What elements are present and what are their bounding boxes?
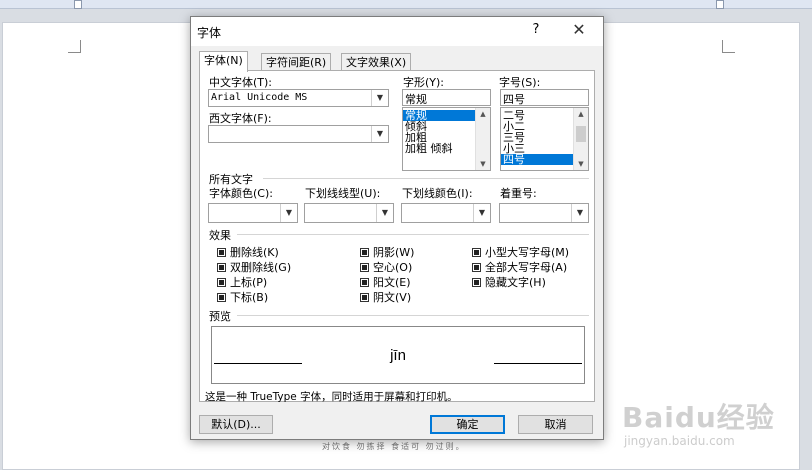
checkbox-icon[interactable] (360, 278, 369, 287)
font-style-input[interactable]: 常规 (402, 89, 491, 106)
emphasis-mark-combo[interactable]: ▼ (499, 203, 589, 223)
checkbox-label: 全部大写字母(A) (485, 261, 568, 274)
checkbox-shadow[interactable]: 阴影(W) (360, 244, 414, 260)
font-style-list[interactable]: 常规 倾斜 加粗 加粗 倾斜 ▲ ▼ (402, 107, 491, 171)
font-size-label: 字号(S): (499, 76, 541, 89)
chevron-down-icon[interactable]: ▼ (280, 204, 297, 222)
emphasis-mark-label: 着重号: (500, 187, 537, 200)
underline-color-label: 下划线颜色(I): (402, 187, 473, 200)
underline-color-combo[interactable]: ▼ (401, 203, 491, 223)
checkbox-label: 双删除线(G) (230, 261, 292, 274)
checkbox-label: 空心(O) (373, 261, 413, 274)
underline-type-combo[interactable]: ▼ (304, 203, 394, 223)
checkbox-all-caps[interactable]: 全部大写字母(A) (472, 259, 567, 275)
chevron-down-icon[interactable]: ▼ (473, 204, 490, 222)
preview-sample-text: jīn (390, 347, 406, 364)
checkbox-label: 阳文(E) (373, 276, 411, 289)
preview-box: jīn (211, 326, 585, 384)
font-description: 这是一种 TrueType 字体，同时适用于屏幕和打印机。 (205, 391, 458, 403)
checkbox-label: 阴影(W) (373, 246, 415, 259)
checkbox-superscript[interactable]: 上标(P) (217, 274, 267, 290)
checkbox-icon[interactable] (217, 278, 226, 287)
checkbox-icon[interactable] (217, 248, 226, 257)
watermark-url: jingyan.baidu.com (624, 434, 735, 448)
margin-corner-top-right (722, 40, 735, 53)
font-dialog: 字体 ? ✕ 字体(N) 字符间距(R) 文字效果(X) 中文字体(T): Ar… (190, 16, 604, 440)
tab-text-effects[interactable]: 文字效果(X) (341, 53, 412, 71)
dialog-titlebar[interactable]: 字体 ? ✕ (191, 17, 603, 46)
font-size-input[interactable]: 四号 (500, 89, 589, 106)
checkbox-label: 删除线(K) (230, 246, 279, 259)
set-default-button[interactable]: 默认(D)... (199, 415, 273, 434)
scroll-down-icon[interactable]: ▼ (574, 158, 588, 170)
watermark: Baidu经验 jingyan.baidu.com (610, 392, 810, 462)
checkbox-icon[interactable] (360, 263, 369, 272)
checkbox-icon[interactable] (472, 263, 481, 272)
left-indent-marker[interactable] (74, 0, 82, 9)
margin-corner-top-left (68, 40, 81, 53)
section-divider (237, 234, 589, 235)
ok-button[interactable]: 确定 (430, 415, 505, 434)
checkbox-icon[interactable] (217, 263, 226, 272)
dialog-title: 字体 (197, 26, 222, 40)
checkbox-hidden[interactable]: 隐藏文字(H) (472, 274, 546, 290)
tab-character-spacing[interactable]: 字符间距(R) (261, 53, 332, 71)
chinese-font-label: 中文字体(T): (209, 76, 273, 89)
chinese-font-combo[interactable]: Arial Unicode MS ▼ (208, 89, 389, 107)
watermark-logo: Baidu经验 (622, 401, 775, 434)
checkbox-icon[interactable] (360, 293, 369, 302)
document-text: 对饮食 勿拣择 食适可 勿过则。 (322, 442, 466, 451)
scroll-down-icon[interactable]: ▼ (476, 158, 490, 170)
checkbox-icon[interactable] (360, 248, 369, 257)
font-style-label: 字形(Y): (403, 76, 445, 89)
right-indent-marker[interactable] (716, 0, 724, 9)
scrollbar-thumb[interactable] (576, 126, 586, 142)
tab-font[interactable]: 字体(N) (199, 51, 248, 72)
font-style-value: 常规 (405, 93, 427, 106)
checkbox-label: 小型大写字母(M) (485, 246, 570, 259)
western-font-label: 西文字体(F): (209, 112, 272, 125)
help-button[interactable]: ? (529, 22, 543, 38)
checkbox-outline[interactable]: 空心(O) (360, 259, 412, 275)
checkbox-label: 上标(P) (230, 276, 268, 289)
vertical-scrollbar[interactable]: ▲ ▼ (475, 108, 490, 170)
font-color-combo[interactable]: ▼ (208, 203, 298, 223)
scroll-up-icon[interactable]: ▲ (476, 108, 490, 120)
horizontal-ruler (0, 0, 812, 9)
underline-type-label: 下划线线型(U): (305, 187, 381, 200)
effects-section-label: 效果 (209, 229, 231, 242)
checkbox-icon[interactable] (217, 293, 226, 302)
chevron-down-icon[interactable]: ▼ (571, 204, 588, 222)
preview-section-label: 预览 (209, 310, 231, 323)
western-font-combo[interactable]: ▼ (208, 125, 389, 143)
checkbox-icon[interactable] (472, 248, 481, 257)
chevron-down-icon[interactable]: ▼ (371, 126, 388, 142)
checkbox-label: 下标(B) (230, 291, 269, 304)
checkbox-double-strikethrough[interactable]: 双删除线(G) (217, 259, 291, 275)
vertical-scrollbar[interactable]: ▲ ▼ (573, 108, 588, 170)
checkbox-small-caps[interactable]: 小型大写字母(M) (472, 244, 569, 260)
section-divider (237, 315, 589, 316)
checkbox-subscript[interactable]: 下标(B) (217, 289, 268, 305)
section-divider (263, 178, 589, 179)
chevron-down-icon[interactable]: ▼ (371, 90, 388, 106)
scroll-up-icon[interactable]: ▲ (574, 108, 588, 120)
chevron-down-icon[interactable]: ▼ (376, 204, 393, 222)
font-color-label: 字体颜色(C): (209, 187, 273, 200)
checkbox-icon[interactable] (472, 278, 481, 287)
close-button[interactable]: ✕ (569, 20, 589, 40)
checkbox-label: 隐藏文字(H) (485, 276, 546, 289)
checkbox-label: 阴文(V) (373, 291, 412, 304)
font-size-value: 四号 (503, 93, 525, 106)
cancel-button[interactable]: 取消 (518, 415, 593, 434)
font-size-list[interactable]: 二号 小二 三号 小三 四号 ▲ ▼ (500, 107, 589, 171)
checkbox-strikethrough[interactable]: 删除线(K) (217, 244, 279, 260)
checkbox-engrave[interactable]: 阴文(V) (360, 289, 411, 305)
chinese-font-value: Arial Unicode MS (211, 92, 308, 103)
preview-baseline-right (494, 363, 582, 364)
checkbox-emboss[interactable]: 阳文(E) (360, 274, 411, 290)
